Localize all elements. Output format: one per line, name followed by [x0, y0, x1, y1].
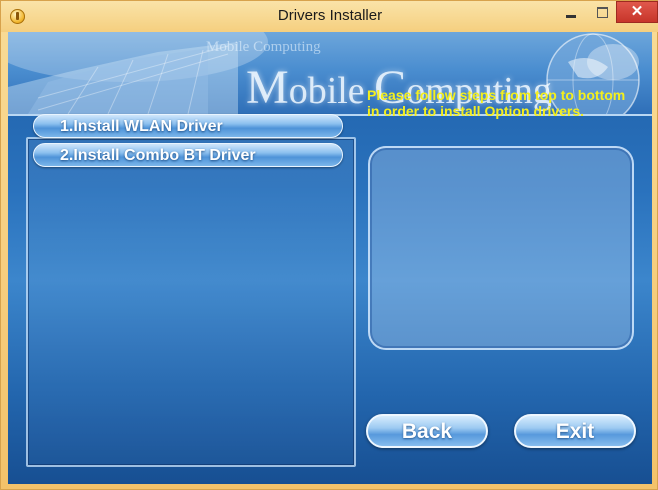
install-combo-bt-driver-button[interactable]: 2.Install Combo BT Driver [33, 143, 343, 167]
installer-window: Drivers Installer ✕ Mobile Computing Mob… [0, 0, 658, 490]
banner-cap-m: M [246, 61, 289, 114]
close-button[interactable]: ✕ [616, 1, 658, 23]
back-button[interactable]: Back [366, 414, 488, 448]
instructions-text: Please follow steps from top to bottom i… [367, 87, 626, 119]
banner-small-text: Mobile Computing [206, 39, 321, 55]
info-display-box [368, 146, 634, 350]
banner-word-obile: obile [288, 70, 375, 112]
install-wlan-driver-button[interactable]: 1.Install WLAN Driver [33, 114, 343, 138]
maximize-button[interactable] [588, 2, 616, 24]
exit-button[interactable]: Exit [514, 414, 636, 448]
driver-list-panel [26, 137, 356, 467]
minimize-button[interactable] [557, 2, 585, 24]
title-bar[interactable]: Drivers Installer ✕ [1, 1, 658, 32]
